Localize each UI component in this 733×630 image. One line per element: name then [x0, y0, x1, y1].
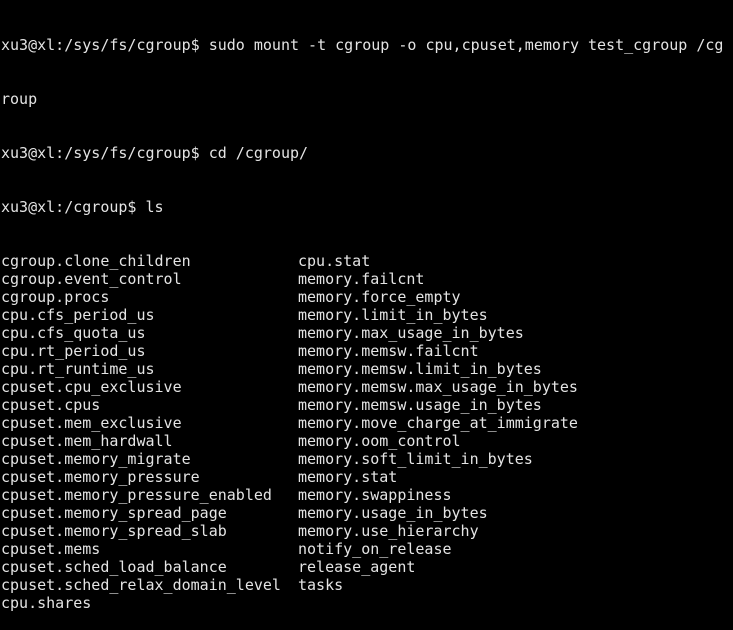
ls-row: cgroup.clone_children cpu.stat [1, 252, 733, 270]
file-entry: memory.memsw.limit_in_bytes [298, 360, 542, 378]
ls-row: cpu.rt_runtime_us memory.memsw.limit_in_b… [1, 360, 733, 378]
terminal-output[interactable]: xu3@xl:/sys/fs/cgroup$ sudo mount -t cgr… [0, 0, 733, 630]
file-entry: cpuset.memory_spread_slab [1, 522, 227, 540]
file-entry: cpuset.memory_spread_page [1, 504, 227, 522]
ls-row: cgroup.event_control memory.failcnt [1, 270, 733, 288]
file-entry: memory.usage_in_bytes [298, 504, 488, 522]
file-entry: cpuset.mem_hardwall [1, 432, 173, 450]
file-entry: cpuset.cpu_exclusive [1, 378, 182, 396]
ls-row: cpuset.mem_hardwall memory.oom_control [1, 432, 733, 450]
file-entry: cpu.cfs_quota_us [1, 324, 146, 342]
file-entry: memory.use_hierarchy [298, 522, 479, 540]
file-entry: cpu.cfs_period_us [1, 306, 155, 324]
command-line: xu3@xl:/cgroup$ ls [1, 198, 164, 216]
file-entry: memory.force_empty [298, 288, 461, 306]
file-entry: memory.memsw.usage_in_bytes [298, 396, 542, 414]
file-entry: cpu.rt_period_us [1, 342, 146, 360]
ls-row: cpu.rt_period_us memory.memsw.failcnt [1, 342, 733, 360]
file-entry: memory.oom_control [298, 432, 461, 450]
ls-row: cgroup.procs memory.force_empty [1, 288, 733, 306]
ls-row: cpuset.memory_pressure memory.stat [1, 468, 733, 486]
ls-row: cpuset.mem_exclusive memory.move_charge_a… [1, 414, 733, 432]
file-entry: cpuset.memory_pressure_enabled [1, 486, 272, 504]
ls-row: cpu.cfs_quota_us memory.max_usage_in_byte… [1, 324, 733, 342]
command-line-wrap: roup [1, 90, 38, 108]
ls-row: cpuset.memory_spread_slab memory.use_hier… [1, 522, 733, 540]
file-entry: memory.move_charge_at_immigrate [298, 414, 578, 432]
file-entry: memory.failcnt [298, 270, 425, 288]
file-entry: cpu.shares [1, 594, 92, 612]
file-entry: cgroup.event_control [1, 270, 182, 288]
command-line: xu3@xl:/sys/fs/cgroup$ cd /cgroup/ [1, 144, 309, 162]
ls-row: cpuset.memory_pressure_enabled memory.swa… [1, 486, 733, 504]
file-entry: cpuset.mem_exclusive [1, 414, 182, 432]
file-entry: memory.swappiness [298, 486, 452, 504]
file-entry: cpu.stat [298, 252, 371, 270]
file-entry: release_agent [298, 558, 416, 576]
file-entry: notify_on_release [298, 540, 452, 558]
file-entry: cpuset.mems [1, 540, 101, 558]
ls-row: cpuset.sched_relax_domain_level tasks [1, 576, 733, 594]
file-entry: memory.soft_limit_in_bytes [298, 450, 533, 468]
ls-row: cpuset.mems notify_on_release [1, 540, 733, 558]
file-entry: cgroup.clone_children [1, 252, 191, 270]
file-entry: cpuset.memory_migrate [1, 450, 191, 468]
file-entry: cpu.rt_runtime_us [1, 360, 155, 378]
ls-row: cpuset.cpu_exclusive memory.memsw.max_usa… [1, 378, 733, 396]
ls-row: cpuset.memory_spread_page memory.usage_in… [1, 504, 733, 522]
file-entry: cpuset.sched_relax_domain_level [1, 576, 281, 594]
ls-listing: cgroup.clone_children cpu.stat cgroup.even… [1, 252, 733, 612]
ls-row: cpuset.memory_migrate memory.soft_limit_i… [1, 450, 733, 468]
file-entry: memory.max_usage_in_bytes [298, 324, 524, 342]
file-entry: memory.limit_in_bytes [298, 306, 488, 324]
file-entry: cpuset.memory_pressure [1, 468, 200, 486]
ls-row: cpuset.sched_load_balance release_agent [1, 558, 733, 576]
file-entry: cgroup.procs [1, 288, 110, 306]
file-entry: cpuset.cpus [1, 396, 101, 414]
ls-row: cpuset.cpus memory.memsw.usage_in_bytes [1, 396, 733, 414]
command-line: xu3@xl:/sys/fs/cgroup$ sudo mount -t cgr… [1, 36, 724, 54]
file-entry: tasks [298, 576, 344, 594]
file-entry: cpuset.sched_load_balance [1, 558, 227, 576]
file-entry: memory.stat [298, 468, 398, 486]
ls-row: cpu.shares [1, 594, 733, 612]
ls-row: cpu.cfs_period_us memory.limit_in_bytes [1, 306, 733, 324]
file-entry: memory.memsw.failcnt [298, 342, 479, 360]
file-entry: memory.memsw.max_usage_in_bytes [298, 378, 578, 396]
